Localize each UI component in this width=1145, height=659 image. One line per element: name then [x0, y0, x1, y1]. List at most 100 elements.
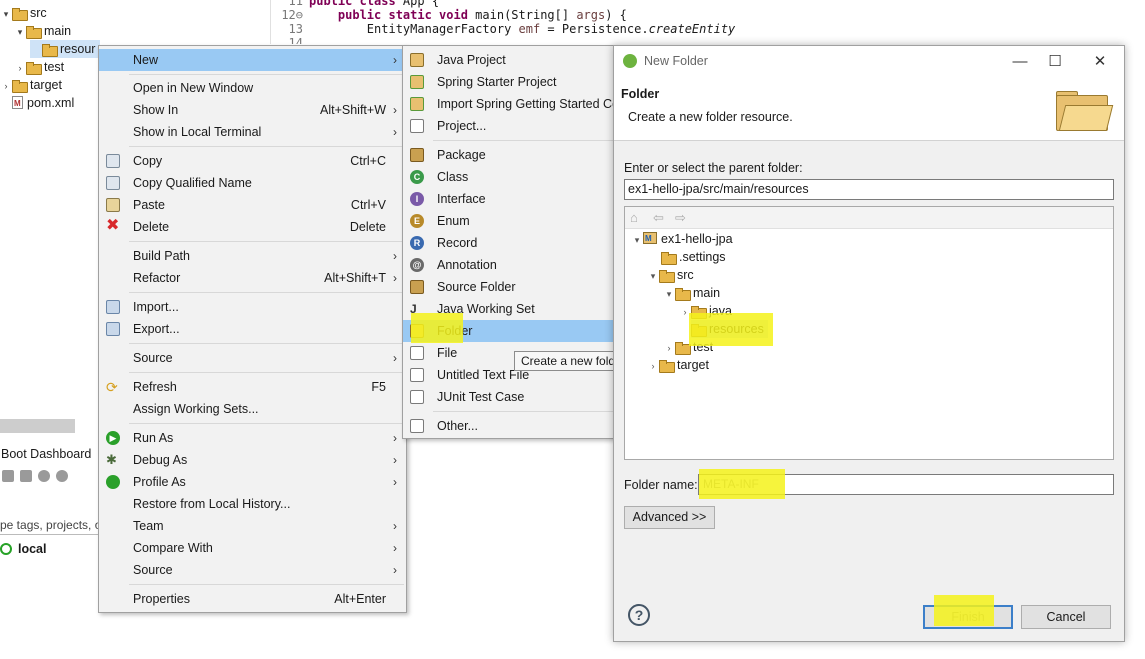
cancel-button[interactable]: Cancel — [1021, 605, 1111, 629]
menu-item-copy-qualified-name[interactable]: Copy Qualified Name — [99, 172, 406, 194]
help-icon[interactable]: ? — [628, 604, 650, 626]
toolbar-icon[interactable] — [2, 470, 14, 482]
folder-icon — [661, 252, 677, 265]
forward-icon[interactable]: ⇨ — [675, 210, 686, 226]
menu-item-refactor[interactable]: Refactor Alt+Shift+T › — [99, 267, 406, 289]
maximize-icon[interactable]: ☐ — [1045, 52, 1065, 72]
collapse-toggle-icon[interactable]: › — [663, 339, 675, 357]
submenu-item-source-folder[interactable]: Source Folder — [403, 276, 615, 298]
expand-toggle-icon[interactable]: ▾ — [647, 267, 659, 285]
menu-item-source[interactable]: Source › — [99, 347, 406, 369]
submenu-arrow-icon: › — [393, 351, 397, 365]
submenu-item-import-spring-guides[interactable]: Import Spring Getting Started Content — [403, 93, 615, 115]
submenu-item-junit-test-case[interactable]: JUnit Test Case — [403, 386, 615, 408]
refresh-icon: ⟳ — [106, 379, 118, 395]
folder-tree-item-settings[interactable]: .settings — [661, 248, 726, 266]
menu-item-restore-history[interactable]: Restore from Local History... — [99, 493, 406, 515]
submenu-item-package[interactable]: Package — [403, 144, 615, 166]
expand-toggle-icon[interactable]: ▾ — [14, 23, 26, 41]
submenu-arrow-icon: › — [393, 53, 397, 67]
submenu-item-interface[interactable]: I Interface — [403, 188, 615, 210]
submenu-item-annotation[interactable]: @ Annotation — [403, 254, 615, 276]
menu-item-new[interactable]: New › — [99, 49, 406, 71]
menu-item-profile-as[interactable]: Profile As › — [99, 471, 406, 493]
menu-item-refresh[interactable]: ⟳ Refresh F5 — [99, 376, 406, 398]
menu-item-source-2[interactable]: Source › — [99, 559, 406, 581]
other-wizard-icon — [410, 419, 424, 433]
menu-item-assign-working-sets[interactable]: Assign Working Sets... — [99, 398, 406, 420]
menu-item-build-path[interactable]: Build Path › — [99, 245, 406, 267]
collapse-toggle-icon[interactable]: › — [14, 59, 26, 77]
submenu-item-record[interactable]: R Record — [403, 232, 615, 254]
tree-item-resources[interactable]: resour — [30, 40, 100, 58]
parent-folder-input[interactable]: ex1-hello-jpa/src/main/resources — [624, 179, 1114, 200]
folder-icon — [26, 62, 42, 75]
tree-item-main[interactable]: ▾ main — [14, 22, 71, 40]
menu-separator — [433, 140, 613, 141]
submenu-item-other[interactable]: Other... — [403, 415, 615, 437]
menu-item-export[interactable]: Export... — [99, 318, 406, 340]
stop-icon[interactable] — [20, 470, 32, 482]
menu-item-open-new-window[interactable]: Open in New Window — [99, 77, 406, 99]
menu-item-show-in[interactable]: Show In Alt+Shift+W › — [99, 99, 406, 121]
submenu-item-enum[interactable]: E Enum — [403, 210, 615, 232]
expand-toggle-icon[interactable]: ▾ — [0, 5, 12, 23]
class-icon: C — [410, 170, 424, 184]
menu-item-copy[interactable]: Copy Ctrl+C — [99, 150, 406, 172]
menu-item-team[interactable]: Team › — [99, 515, 406, 537]
tree-item-pom[interactable]: pom.xml — [12, 94, 74, 113]
advanced-button[interactable]: Advanced >> — [624, 506, 715, 529]
folder-tree-item-src[interactable]: ▾ src — [647, 266, 694, 284]
minimize-icon[interactable]: — — [1010, 52, 1030, 72]
folder-icon — [675, 342, 691, 355]
code-editor[interactable]: 11 public class App { 12⊖ public static v… — [270, 0, 1145, 44]
boot-local-item[interactable]: local — [0, 540, 47, 558]
expand-toggle-icon[interactable]: ▾ — [631, 231, 643, 249]
folder-tree-item-main[interactable]: ▾ main — [663, 284, 720, 302]
spring-project-icon — [410, 75, 424, 89]
menu-item-compare-with[interactable]: Compare With › — [99, 537, 406, 559]
start-icon[interactable] — [38, 470, 50, 482]
menu-item-run-as[interactable]: ▶ Run As › — [99, 427, 406, 449]
spring-guides-icon — [410, 97, 424, 111]
menu-item-show-local-terminal[interactable]: Show in Local Terminal › — [99, 121, 406, 143]
submenu-item-project[interactable]: Project... — [403, 115, 615, 137]
collapse-toggle-icon[interactable]: › — [0, 77, 12, 95]
boot-dashboard-tab[interactable]: Boot Dashboard — [0, 443, 98, 465]
annotation-highlight — [411, 313, 463, 343]
menu-separator — [129, 423, 404, 424]
dialog-description: Create a new folder resource. — [628, 110, 793, 124]
menu-item-delete[interactable]: ✖ Delete Delete — [99, 216, 406, 238]
menu-item-paste[interactable]: Paste Ctrl+V — [99, 194, 406, 216]
parent-folder-label: Enter or select the parent folder: — [624, 161, 803, 175]
menu-item-debug-as[interactable]: ✱ Debug As › — [99, 449, 406, 471]
folder-tree-item-target[interactable]: › target — [647, 356, 709, 374]
tree-item-src[interactable]: ▾ src — [0, 4, 47, 22]
xml-file-icon — [12, 95, 23, 113]
submenu-arrow-icon: › — [393, 103, 397, 117]
home-icon[interactable]: ⌂ — [630, 210, 638, 225]
folder-icon — [12, 8, 28, 21]
collapse-toggle-icon[interactable]: › — [647, 357, 659, 375]
submenu-item-class[interactable]: C Class — [403, 166, 615, 188]
menu-separator — [129, 292, 404, 293]
expand-toggle-icon[interactable]: ▾ — [663, 285, 675, 303]
tree-item-test[interactable]: › test — [14, 58, 64, 76]
copy-icon — [106, 154, 120, 168]
boot-dashboard-toolbar — [0, 468, 72, 486]
debug-icon[interactable] — [56, 470, 68, 482]
menu-item-import[interactable]: Import... — [99, 296, 406, 318]
folder-tree-item-project[interactable]: ▾ex1-hello-jpa — [631, 230, 733, 248]
close-icon[interactable]: ✕ — [1090, 52, 1110, 72]
horizontal-scrollbar[interactable] — [0, 419, 75, 433]
export-icon — [106, 322, 120, 336]
submenu-item-java-project[interactable]: Java Project — [403, 49, 615, 71]
menu-item-properties[interactable]: Properties Alt+Enter — [99, 588, 406, 610]
tree-item-target[interactable]: › target — [0, 76, 62, 94]
boot-filter-input[interactable]: pe tags, projects, o — [0, 515, 98, 535]
submenu-item-spring-starter[interactable]: Spring Starter Project — [403, 71, 615, 93]
dialog-titlebar: New Folder — ☐ ✕ — [614, 46, 1124, 77]
import-icon — [106, 300, 120, 314]
menu-separator — [433, 411, 613, 412]
back-icon[interactable]: ⇦ — [653, 210, 664, 226]
